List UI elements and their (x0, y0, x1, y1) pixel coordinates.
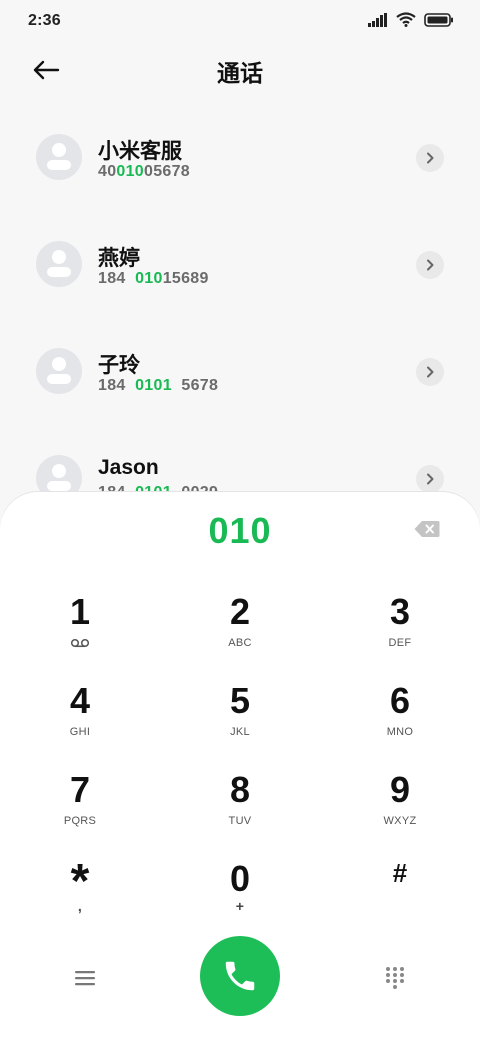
status-bar: 2:36 (0, 0, 480, 44)
key-hash[interactable]: # (340, 859, 460, 937)
key-digit: 7 (69, 769, 91, 810)
chevron-right-icon (427, 152, 434, 164)
contact-name: 燕婷 (98, 247, 140, 270)
dialer-panel: 010 1 2 ABC 3 DEF 4 GHI 5 JKL 6 MNO 7 PQ… (0, 492, 480, 1040)
key-letters: WXYZ (383, 815, 417, 827)
key-7[interactable]: 7 PQRS (20, 770, 140, 848)
key-digit: 3 (389, 591, 411, 632)
voicemail-icon (70, 638, 90, 648)
key-letters: + (235, 898, 245, 914)
key-letters: PQRS (63, 815, 97, 827)
avatar-person-icon (52, 357, 66, 371)
key-digit: 5 (229, 680, 251, 721)
menu-icon (75, 971, 95, 986)
bottom-bar (0, 936, 480, 1016)
contact-number: 184 01015689 (98, 270, 209, 287)
key-letters: GHI (69, 726, 91, 738)
avatar-person-icon (52, 464, 66, 478)
key-9[interactable]: 9 WXYZ (340, 770, 460, 848)
avatar (36, 134, 82, 180)
avatar (36, 241, 82, 287)
key-6[interactable]: 6 MNO (340, 681, 460, 759)
contact-detail-button[interactable] (416, 358, 444, 386)
menu-button[interactable] (66, 964, 104, 992)
signal-icon (368, 12, 387, 27)
header: 通话 (0, 44, 480, 96)
avatar-person-icon (52, 143, 66, 157)
backspace-icon (414, 521, 440, 537)
key-8[interactable]: 8 TUV (180, 770, 300, 848)
key-digit: 1 (69, 591, 91, 632)
key-4[interactable]: 4 GHI (20, 681, 140, 759)
key-digit: 4 (69, 680, 91, 721)
key-5[interactable]: 5 JKL (180, 681, 300, 759)
chevron-right-icon (427, 473, 434, 485)
contact-detail-button[interactable] (416, 251, 444, 279)
dial-input[interactable]: 010 (0, 510, 480, 552)
chevron-right-icon (427, 259, 434, 271)
key-digit: 9 (389, 769, 411, 810)
key-letters: DEF (388, 637, 412, 649)
contact-number: 184 0101 5678 (98, 377, 219, 394)
key-2[interactable]: 2 ABC (180, 592, 300, 670)
contact-row[interactable]: 燕婷 184 01015689 (0, 211, 480, 318)
number-match-highlight: 0101 (135, 377, 172, 394)
key-letters: JKL (230, 726, 250, 738)
contact-row[interactable]: 小米客服 4001005678 (0, 104, 480, 211)
dialpad-icon (386, 967, 404, 989)
status-time: 2:36 (28, 12, 61, 29)
battery-icon (424, 12, 453, 27)
key-digit: 6 (389, 680, 411, 721)
contact-row[interactable]: 子玲 184 0101 5678 (0, 318, 480, 425)
contact-detail-button[interactable] (416, 144, 444, 172)
delete-button[interactable] (412, 518, 442, 540)
contact-list: 小米客服 4001005678 燕婷 184 01015689 子玲 184 0… (0, 104, 480, 532)
status-icons (368, 12, 454, 27)
key-letters: MNO (386, 726, 414, 738)
key-3[interactable]: 3 DEF (340, 592, 460, 670)
contact-detail-button[interactable] (416, 465, 444, 493)
call-button[interactable] (200, 936, 280, 1016)
avatar-person-icon (52, 250, 66, 264)
chevron-right-icon (427, 366, 434, 378)
page-title: 通话 (217, 60, 263, 86)
key-0[interactable]: 0 + (180, 859, 300, 937)
number-match-highlight: 010 (135, 270, 163, 287)
key-star[interactable]: * , (20, 855, 140, 937)
contact-number: 4001005678 (98, 163, 191, 180)
phone-icon (225, 961, 255, 991)
key-letters: , (77, 898, 83, 914)
key-1[interactable]: 1 (20, 592, 140, 670)
contact-name: 子玲 (98, 354, 140, 377)
number-match-highlight: 010 (116, 163, 145, 180)
key-letters: TUV (228, 815, 252, 827)
avatar (36, 348, 82, 394)
key-digit: 8 (229, 769, 251, 810)
contact-name: Jason (98, 456, 159, 479)
contact-name: 小米客服 (98, 140, 182, 163)
key-digit: # (392, 858, 408, 888)
key-digit: 0 (229, 858, 251, 899)
key-letters: ABC (228, 637, 252, 649)
wifi-icon (396, 12, 416, 27)
key-digit: * (70, 855, 90, 908)
key-digit: 2 (229, 591, 251, 632)
keypad-toggle-button[interactable] (376, 960, 414, 996)
